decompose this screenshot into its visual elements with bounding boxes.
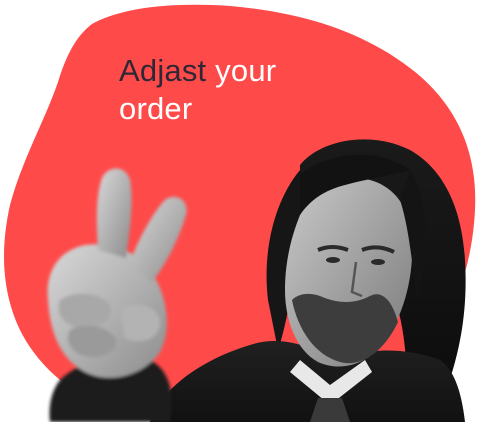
promo-card: Adjast your order <box>0 0 498 422</box>
peace-sign-hand-icon <box>47 168 187 422</box>
man-peace-sign-photo <box>47 139 466 422</box>
